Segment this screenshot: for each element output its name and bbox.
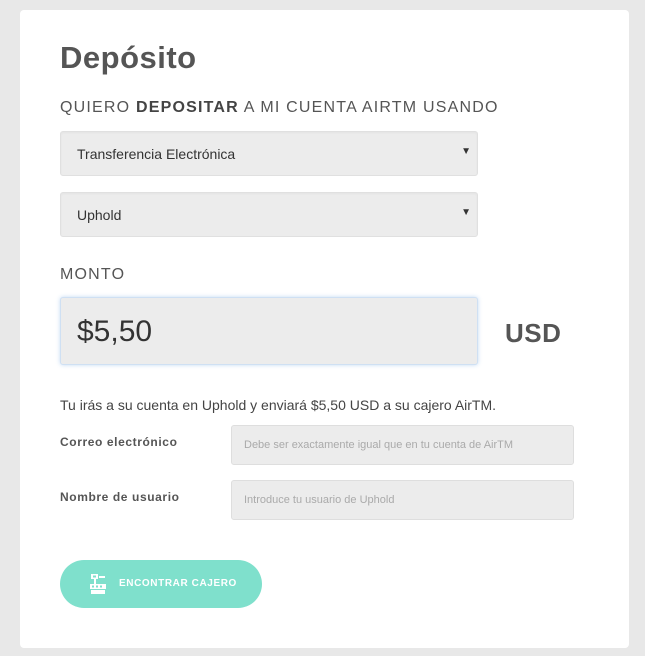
heading-suffix: A MI CUENTA AIRTM USANDO: [238, 99, 499, 116]
username-field[interactable]: Introduce tu usuario de Uphold: [231, 480, 574, 520]
email-field[interactable]: Debe ser exactamente igual que en tu cue…: [231, 425, 574, 465]
amount-input[interactable]: $5,50: [60, 297, 478, 365]
currency-label: USD: [505, 318, 562, 348]
heading-prefix: QUIERO: [60, 99, 136, 116]
email-label: Correo electrónico: [60, 435, 178, 449]
deposit-method-value: Transferencia Electrónica: [77, 146, 236, 162]
amount-value: $5,50: [77, 315, 153, 348]
deposit-info-text: Tu irás a su cuenta en Uphold y enviará …: [60, 397, 497, 413]
username-placeholder: Introduce tu usuario de Uphold: [244, 494, 395, 506]
deposit-card: Depósito QUIERO DEPOSITAR A MI CUENTA AI…: [20, 10, 629, 648]
chevron-down-icon: ▼: [461, 207, 471, 218]
cashier-icon: [90, 574, 106, 594]
find-cashier-button[interactable]: ENCONTRAR CAJERO: [60, 560, 262, 608]
deposit-method-heading: QUIERO DEPOSITAR A MI CUENTA AIRTM USAND…: [60, 99, 499, 117]
page-title: Depósito: [60, 40, 197, 75]
heading-emphasis: DEPOSITAR: [135, 99, 239, 116]
find-cashier-label: ENCONTRAR CAJERO: [119, 578, 237, 589]
chevron-down-icon: ▼: [461, 146, 471, 157]
provider-select[interactable]: Uphold ▼: [60, 192, 478, 237]
username-label: Nombre de usuario: [60, 490, 180, 504]
amount-label: MONTO: [60, 266, 126, 283]
email-placeholder: Debe ser exactamente igual que en tu cue…: [244, 439, 514, 451]
provider-value: Uphold: [77, 207, 122, 223]
deposit-method-select[interactable]: Transferencia Electrónica ▼: [60, 131, 478, 176]
